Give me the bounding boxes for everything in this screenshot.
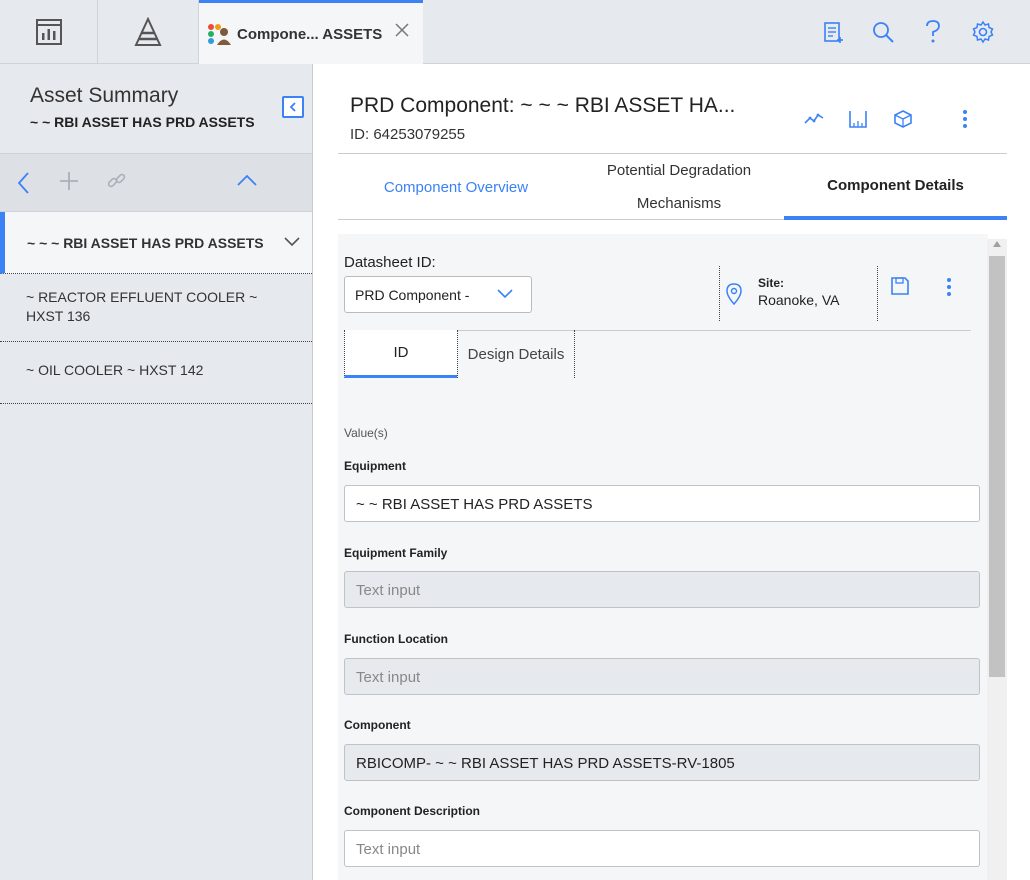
equipment-label: Equipment: [344, 459, 406, 473]
tab-potential-degradation[interactable]: Potential Degradation Mechanisms: [584, 154, 774, 220]
pyramid-icon: [134, 17, 162, 46]
dashboard-icon: [35, 19, 62, 45]
datasheet-id-value: PRD Component -: [355, 287, 470, 303]
search-icon: [873, 22, 894, 43]
asset-summary-panel: Asset Summary ~ ~ RBI ASSET HAS PRD ASSE…: [0, 64, 313, 880]
asset-summary-header: Asset Summary ~ ~ RBI ASSET HAS PRD ASSE…: [0, 64, 312, 154]
component-field[interactable]: RBICOMP- ~ ~ RBI ASSET HAS PRD ASSETS-RV…: [344, 744, 980, 781]
tab-component-overview[interactable]: Component Overview: [358, 154, 554, 220]
tab-component-details[interactable]: Component Details: [784, 154, 1007, 220]
component-description-label: Component Description: [344, 804, 481, 818]
tab-bar: Component Overview Potential Degradation…: [338, 154, 1007, 220]
help-icon: [926, 20, 940, 43]
back-icon[interactable]: [16, 170, 32, 196]
trend-chart-icon[interactable]: [803, 108, 825, 130]
dashboard-button[interactable]: [0, 0, 98, 64]
cube-icon[interactable]: [892, 108, 914, 130]
pyramid-button[interactable]: [98, 0, 199, 64]
tab-label: Compone... ASSETS: [237, 25, 383, 43]
save-icon[interactable]: [890, 276, 910, 296]
equipment-family-field[interactable]: Text input: [344, 571, 980, 608]
equipment-field[interactable]: ~ ~ RBI ASSET HAS PRD ASSETS: [344, 485, 980, 522]
chevron-down-icon[interactable]: [284, 237, 300, 247]
clipboard-icon: [824, 22, 843, 43]
component-app-icon: [208, 24, 231, 45]
subtab-id[interactable]: ID: [344, 330, 457, 378]
list-item-label: ~ ~ ~ RBI ASSET HAS PRD ASSETS: [27, 234, 264, 251]
add-icon[interactable]: [58, 170, 80, 192]
site-label: Site:: [758, 276, 785, 290]
component-description-field[interactable]: Text input: [344, 830, 980, 867]
settings-button[interactable]: [965, 0, 1001, 64]
list-item-label: ~ REACTOR EFFLUENT COOLER ~ HXST 136: [26, 289, 258, 324]
more-options-icon[interactable]: [960, 108, 970, 130]
help-button[interactable]: [915, 0, 951, 64]
datasheet-id-label: Datasheet ID:: [344, 254, 436, 271]
page-title: PRD Component: ~ ~ ~ RBI ASSET HA...: [350, 94, 736, 117]
ruler-icon[interactable]: [847, 108, 869, 130]
top-bar: Compone... ASSETS: [0, 0, 1030, 65]
datasheet-id-select[interactable]: PRD Component -: [344, 276, 532, 313]
values-label: Value(s): [344, 426, 388, 440]
list-item-label: ~ OIL COOLER ~ HXST 142: [26, 362, 204, 378]
component-label: Component: [344, 718, 411, 732]
gear-icon: [972, 20, 994, 44]
location-pin-icon: [726, 283, 742, 306]
asset-summary-subtitle: ~ ~ RBI ASSET HAS PRD ASSETS: [30, 114, 255, 130]
component-tab[interactable]: Compone... ASSETS: [199, 0, 423, 65]
list-item[interactable]: ~ REACTOR EFFLUENT COOLER ~ HXST 136: [0, 274, 312, 342]
asset-summary-title: Asset Summary: [30, 84, 179, 107]
function-location-field[interactable]: Text input: [344, 658, 980, 695]
record-id: ID: 64253079255: [350, 126, 466, 143]
link-icon[interactable]: [106, 170, 128, 192]
search-button[interactable]: [865, 0, 901, 64]
divider: [877, 266, 878, 321]
list-item[interactable]: ~ OIL COOLER ~ HXST 142: [0, 342, 312, 404]
close-icon[interactable]: [395, 23, 409, 37]
site-value: Roanoke, VA: [758, 292, 840, 308]
main-panel: PRD Component: ~ ~ ~ RBI ASSET HA... ID:…: [313, 64, 1030, 880]
scrollbar-thumb[interactable]: [989, 256, 1005, 677]
subtab-design-details[interactable]: Design Details: [457, 330, 575, 378]
equipment-family-label: Equipment Family: [344, 546, 448, 560]
chevron-down-icon: [497, 289, 513, 299]
list-item[interactable]: ~ ~ ~ RBI ASSET HAS PRD ASSETS: [0, 212, 312, 274]
chevron-up-icon[interactable]: [236, 170, 258, 192]
divider: [719, 266, 720, 321]
chevron-left-icon: [289, 102, 296, 112]
collapse-panel-button[interactable]: [282, 96, 304, 118]
more-options-icon[interactable]: [945, 277, 953, 297]
asset-summary-toolbar: [0, 154, 312, 212]
function-location-label: Function Location: [344, 632, 448, 646]
scroll-up-arrow-icon[interactable]: [992, 240, 1002, 248]
clipboard-button[interactable]: [815, 0, 851, 64]
